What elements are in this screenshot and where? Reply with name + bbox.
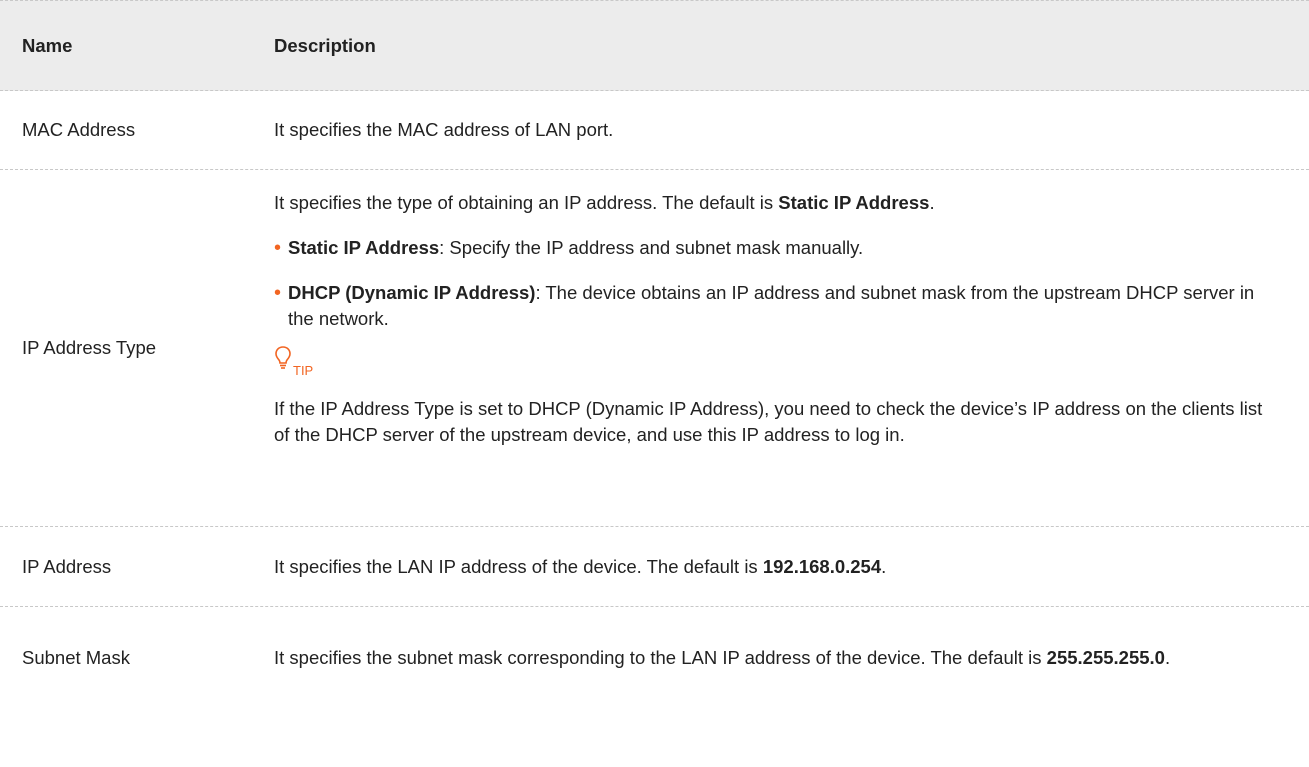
table-header-row: Name Description [0,0,1309,91]
desc-text: It specifies the LAN IP address of the d… [274,554,1279,580]
desc-text-start: It specifies the subnet mask correspondi… [274,646,1047,668]
tip-heading: TIP [274,345,1279,378]
row-name: MAC Address [22,119,136,140]
desc-bold: 255.255.255.0 [1046,646,1165,668]
desc-text: It specifies the MAC address of LAN port… [274,119,614,140]
desc-intro-bold: Static IP Address [778,192,930,213]
desc-text: It specifies the subnet mask correspondi… [274,645,1279,671]
parameter-table: Name Description MAC Address It specifie… [0,0,1309,708]
header-name: Name [22,34,73,56]
desc-bold: 192.168.0.254 [762,555,882,577]
list-item-dhcp: • DHCP (Dynamic IP Address): The device … [274,280,1279,332]
tip-label: TIP [293,363,314,378]
table-row-subnet-mask: Subnet Mask It specifies the subnet mask… [0,607,1309,708]
table-row-mac-address: MAC Address It specifies the MAC address… [0,91,1309,170]
desc-intro-end: . [929,192,935,213]
bullet-bold: DHCP (Dynamic IP Address) [288,282,536,303]
row-description: It specifies the type of obtaining an IP… [274,170,1309,526]
row-description: It specifies the MAC address of LAN port… [274,117,1309,143]
row-name: Subnet Mask [22,646,130,668]
row-name: IP Address Type [22,337,157,358]
row-description: It specifies the LAN IP address of the d… [274,554,1309,580]
row-description: It specifies the subnet mask correspondi… [274,645,1309,671]
bullet-dot-icon: • [274,237,282,259]
table-row-ip-address-type: IP Address Type It specifies the type of… [0,170,1309,527]
desc-text-start: It specifies the LAN IP address of the d… [274,555,763,577]
desc-intro-text: It specifies the type of obtaining an IP… [274,192,779,213]
bullet-dot-icon: • [274,282,282,304]
tip-text: If the IP Address Type is set to DHCP (D… [274,398,1263,445]
desc-text-end: . [881,555,887,577]
bullet-text: : Specify the IP address and subnet mask… [439,237,864,258]
table-row-ip-address: IP Address It specifies the LAN IP addre… [0,527,1309,607]
bullet-bold: Static IP Address [288,237,440,258]
desc-intro: It specifies the type of obtaining an IP… [274,190,1279,216]
row-name: IP Address [22,555,112,577]
lightbulb-icon [274,345,292,378]
list-item-static: • Static IP Address: Specify the IP addr… [274,235,1279,261]
header-description: Description [274,34,376,56]
desc-text-end: . [1164,646,1171,668]
